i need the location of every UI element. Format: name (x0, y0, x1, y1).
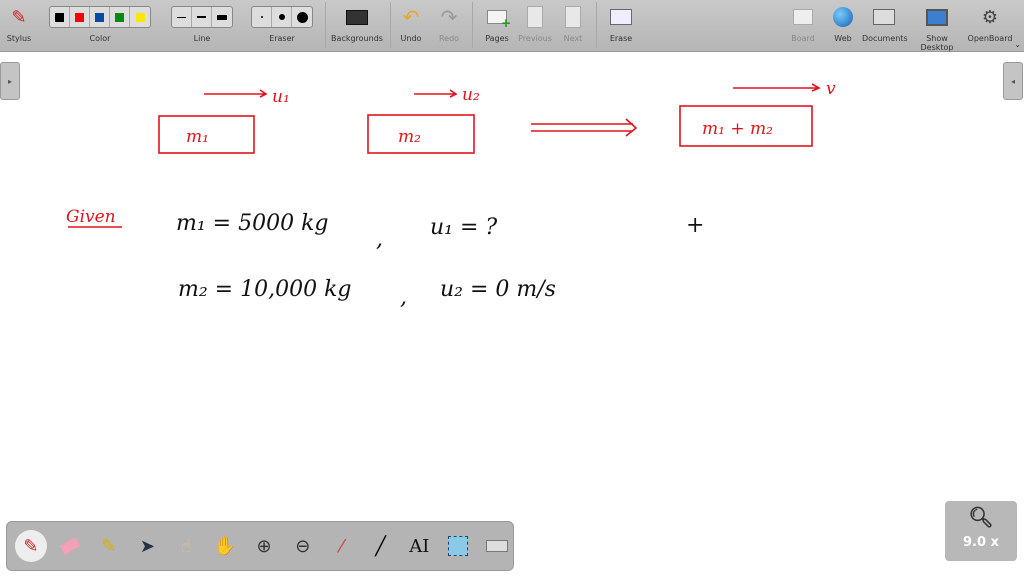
line-thin[interactable] (172, 7, 192, 27)
hand-tool[interactable]: ✋ (209, 530, 241, 562)
line-thick[interactable] (212, 7, 232, 27)
globe-icon (828, 4, 858, 30)
whiteboard-canvas[interactable]: u₁ u₂ v m₁ m₂ m₁ + m₂ Given m₁ = 5000 kg… (0, 53, 1024, 576)
select-tool[interactable]: ➤ (132, 530, 164, 562)
cursor-plus: + (686, 213, 704, 238)
comma-1: , (376, 227, 383, 252)
openboard-menu-button[interactable]: ⚙ OpenBoard (966, 4, 1014, 44)
stylus-icon: ✎ (11, 6, 27, 28)
folder-icon (862, 4, 906, 30)
keyboard-icon (486, 540, 509, 552)
color-yellow[interactable] (130, 7, 150, 27)
chevron-down-icon[interactable]: ⌄ (1014, 40, 1021, 49)
web-button[interactable]: Web (828, 4, 858, 43)
capture-icon (448, 536, 469, 556)
undo-button[interactable]: ↶ Undo (396, 4, 426, 43)
redo-icon: ↷ (440, 5, 458, 29)
zoom-indicator[interactable]: 🔍︎ 9.0 x (945, 501, 1017, 561)
u1-value: u₁ = ? (430, 215, 497, 240)
previous-button[interactable]: Previous (517, 4, 553, 43)
documents-button[interactable]: Documents (862, 4, 908, 43)
keyboard-tool[interactable] (481, 530, 513, 562)
color-blue[interactable] (90, 7, 110, 27)
highlighter-tool[interactable]: ✎ (93, 530, 125, 562)
eraser-large[interactable] (292, 7, 312, 27)
interact-tool[interactable]: ☝ (170, 530, 202, 562)
label-v: v (826, 79, 836, 99)
gear-icon: ⚙ (981, 6, 999, 28)
erase-board-icon (604, 4, 638, 30)
board-button[interactable]: Board (788, 4, 818, 43)
top-toolbar: ✎ Stylus Color Line Eraser Backgrounds ↶ U… (0, 0, 1024, 52)
undo-icon: ↶ (402, 5, 420, 29)
line-medium[interactable] (192, 7, 212, 27)
label-m1: m₁ (186, 127, 209, 147)
line-group: Line (168, 4, 236, 43)
erase-button[interactable]: Erase (604, 4, 638, 43)
given-label: Given (66, 207, 116, 227)
color-red[interactable] (70, 7, 90, 27)
stylus-button[interactable]: ✎ Stylus (4, 4, 34, 44)
label-u2: u₂ (462, 85, 480, 105)
eraser-medium[interactable] (272, 7, 292, 27)
red-ink (68, 83, 821, 228)
label-m1m2: m₁ + m₂ (702, 119, 773, 139)
add-page-icon: + (480, 4, 514, 30)
pages-button[interactable]: + Pages (480, 4, 514, 43)
monitor-icon (910, 4, 964, 30)
eraser-tool[interactable] (54, 530, 86, 562)
laser-pointer-tool[interactable]: ⁄ (326, 530, 358, 562)
line-tool[interactable]: ╱ (365, 530, 397, 562)
eraser-group: Eraser (248, 4, 316, 43)
backgrounds-button[interactable]: Backgrounds (330, 4, 384, 43)
zoom-level: 9.0 x (963, 535, 999, 550)
label-u1: u₁ (272, 87, 290, 107)
m1-value: m₁ = 5000 kg (176, 211, 329, 236)
next-page-icon (558, 4, 588, 30)
next-button[interactable]: Next (558, 4, 588, 43)
magnifier-icon: 🔍︎ (968, 505, 994, 529)
u2-value: u₂ = 0 m/s (440, 277, 556, 302)
box-m2 (367, 114, 475, 154)
redo-button[interactable]: ↷ Redo (434, 4, 464, 43)
comma-2: , (400, 285, 407, 310)
backgrounds-icon (346, 9, 368, 25)
double-arrow (531, 118, 638, 137)
arrow-u1 (204, 89, 268, 98)
pen-tool[interactable]: ✎ (15, 530, 47, 562)
capture-tool[interactable] (442, 530, 474, 562)
color-black[interactable] (50, 7, 70, 27)
eraser-icon (59, 537, 81, 555)
board-icon (788, 4, 818, 30)
color-green[interactable] (110, 7, 130, 27)
text-tool[interactable]: AI (403, 530, 435, 562)
show-desktop-button[interactable]: Show Desktop (910, 4, 964, 52)
color-group: Color (45, 4, 155, 43)
eraser-small[interactable] (252, 7, 272, 27)
arrow-u2 (414, 89, 458, 98)
zoom-in-tool[interactable]: ⊕ (248, 530, 280, 562)
arrow-v (733, 83, 821, 92)
m2-value: m₂ = 10,000 kg (178, 277, 352, 302)
tool-palette: ✎ ✎ ➤ ☝ ✋ ⊕ ⊖ ⁄ ╱ AI (6, 521, 514, 571)
label-m2: m₂ (398, 127, 421, 147)
zoom-out-tool[interactable]: ⊖ (287, 530, 319, 562)
previous-page-icon (517, 4, 553, 30)
